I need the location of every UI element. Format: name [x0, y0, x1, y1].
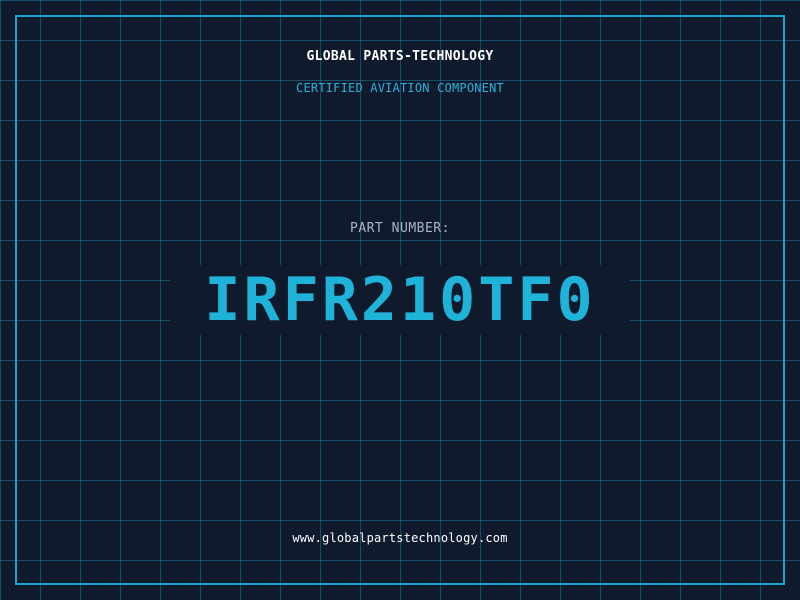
part-number-value: IRFR210TF0 — [204, 265, 596, 335]
label-canvas: GLOBAL PARTS-TECHNOLOGY CERTIFIED AVIATI… — [0, 0, 800, 600]
certification-subtitle: CERTIFIED AVIATION COMPONENT — [296, 81, 504, 95]
part-number-label: PART NUMBER: — [350, 221, 450, 236]
website-url: www.globalpartstechnology.com — [292, 531, 508, 545]
company-name: GLOBAL PARTS-TECHNOLOGY — [306, 49, 494, 64]
